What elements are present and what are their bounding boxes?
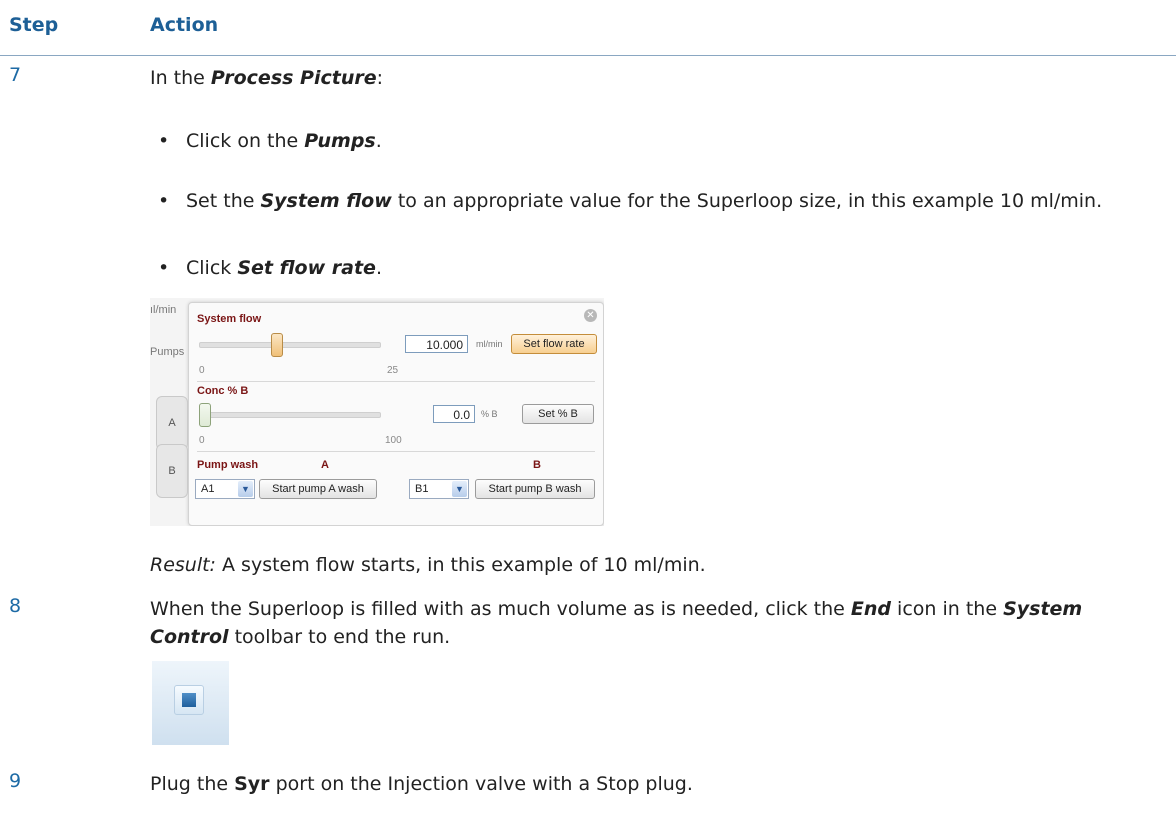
conc-min-tick: 0 xyxy=(199,435,205,446)
pump-wash-label: Pump wash xyxy=(197,459,259,471)
pump-wash-column-a: A xyxy=(321,459,329,471)
step-number-7: 7 xyxy=(9,64,22,86)
set-flow-rate-button[interactable]: Set flow rate xyxy=(511,334,597,354)
step-8-text: When the Superloop is filled with as muc… xyxy=(150,598,1083,648)
step-9-text: Plug the Syr port on the Injection valve… xyxy=(150,773,693,795)
flow-min-tick: 0 xyxy=(199,365,205,376)
start-pump-b-wash-button[interactable]: Start pump B wash xyxy=(475,479,595,499)
background-pumps-text: Pumps xyxy=(150,346,185,358)
flow-max-tick: 25 xyxy=(387,365,399,376)
pump-wash-column-b: B xyxy=(533,459,541,471)
step-7-intro: In the Process Picture: xyxy=(150,67,384,89)
step-column-header: Step xyxy=(9,14,59,36)
chevron-down-icon: ▼ xyxy=(238,481,253,497)
divider xyxy=(197,451,595,452)
table-header: Step Action xyxy=(0,0,1176,56)
background-unit-text: ıl/min xyxy=(150,304,177,316)
system-flow-slider[interactable] xyxy=(199,342,381,348)
system-flow-label: System flow xyxy=(197,313,262,325)
chevron-down-icon: ▼ xyxy=(452,481,467,497)
conc-max-tick: 100 xyxy=(385,435,402,446)
pumps-dialog-screenshot: ıl/min Pumps A B ✕ System flow 10.000 ml… xyxy=(150,298,604,526)
step-number-9: 9 xyxy=(9,770,22,792)
divider xyxy=(197,381,595,382)
system-flow-unit: ml/min xyxy=(476,339,503,349)
conc-b-slider[interactable] xyxy=(199,412,381,418)
step-7-result: Result: A system flow starts, in this ex… xyxy=(150,554,706,576)
conc-b-slider-thumb[interactable] xyxy=(199,403,211,427)
pump-a-side-button[interactable]: A xyxy=(156,396,188,450)
pump-a-inlet-select[interactable]: A1 ▼ xyxy=(195,479,255,499)
system-flow-input[interactable]: 10.000 xyxy=(405,335,468,353)
system-flow-slider-thumb[interactable] xyxy=(271,333,283,357)
close-icon[interactable]: ✕ xyxy=(584,309,597,322)
step-number-8: 8 xyxy=(9,595,22,617)
pump-b-side-button[interactable]: B xyxy=(156,444,188,498)
conc-b-input[interactable]: 0.0 xyxy=(433,405,475,423)
end-icon xyxy=(152,661,229,745)
stop-square-icon xyxy=(182,693,196,707)
conc-b-unit: % B xyxy=(481,409,498,419)
step-7-bullet-1: Click on the Pumps. xyxy=(150,127,1166,155)
step-7-bullet-2: Set the System flow to an appropriate va… xyxy=(150,187,1166,215)
start-pump-a-wash-button[interactable]: Start pump A wash xyxy=(259,479,377,499)
conc-b-label: Conc % B xyxy=(197,385,249,397)
action-column-header: Action xyxy=(150,14,219,36)
set-percent-b-button[interactable]: Set % B xyxy=(522,404,594,424)
pump-b-inlet-select[interactable]: B1 ▼ xyxy=(409,479,469,499)
pumps-popup: ✕ System flow 10.000 ml/min Set flow rat… xyxy=(188,302,604,526)
step-7-bullet-3: Click Set flow rate. xyxy=(150,254,1166,282)
